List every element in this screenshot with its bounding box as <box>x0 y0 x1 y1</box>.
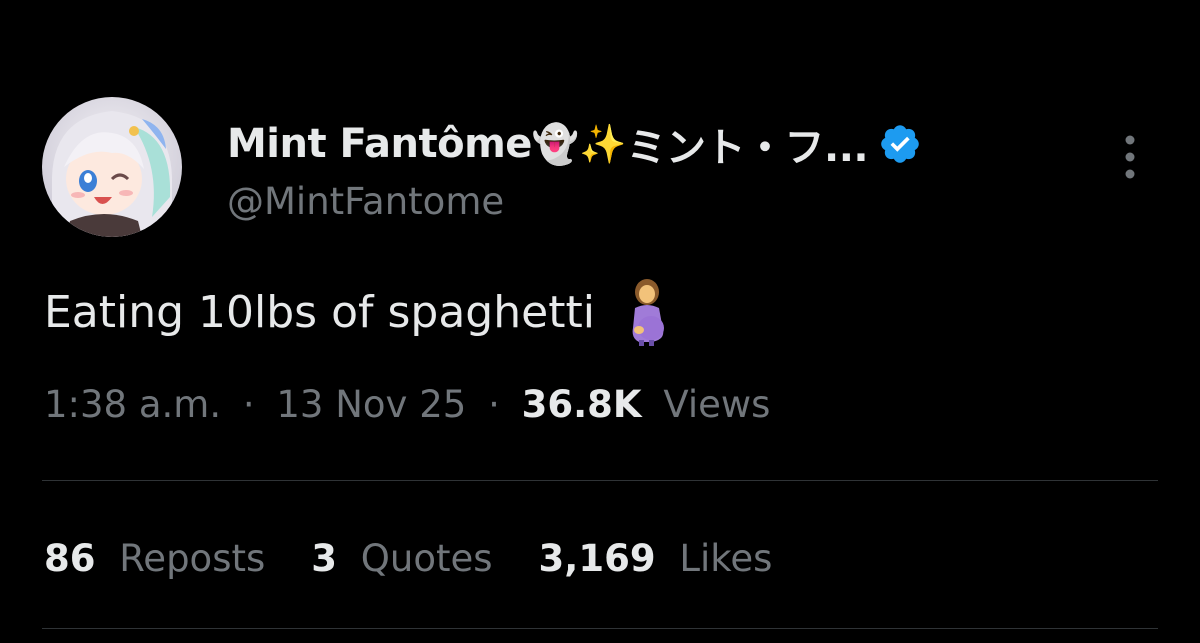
tweet-time[interactable]: 1:38 a.m. <box>44 383 221 426</box>
meta-separator-2: · <box>488 383 500 426</box>
author-display-name[interactable]: Mint Fantôme <box>227 121 532 167</box>
tweet-text-content: Eating 10lbs of spaghetti <box>44 286 595 338</box>
tweet-text: Eating 10lbs of spaghetti <box>44 278 673 346</box>
quotes-count: 3 <box>311 537 338 580</box>
views-label: Views <box>663 383 771 426</box>
tweet-date[interactable]: 13 Nov 25 <box>276 383 466 426</box>
reposts-label: Reposts <box>119 537 266 580</box>
more-vertical-icon[interactable] <box>1112 132 1148 182</box>
views-count: 36.8K <box>521 383 642 426</box>
author-name-suffix[interactable]: ミント・フ... <box>627 115 869 173</box>
quotes-label: Quotes <box>360 537 493 580</box>
avatar-image <box>42 97 182 237</box>
author-handle[interactable]: @MintFantome <box>227 180 504 223</box>
verified-badge-icon[interactable] <box>878 122 922 166</box>
reposts-stat[interactable]: 86 Reposts <box>44 537 265 580</box>
divider-bottom <box>42 628 1158 629</box>
pregnant-woman-emoji-icon <box>621 278 673 346</box>
likes-stat[interactable]: 3,169 Likes <box>539 537 773 580</box>
author-name-row[interactable]: Mint Fantôme 👻✨ ミント・フ... <box>227 115 922 173</box>
likes-label: Likes <box>679 537 773 580</box>
engagement-stats: 86 Reposts 3 Quotes 3,169 Likes <box>44 537 772 580</box>
quotes-stat[interactable]: 3 Quotes <box>311 537 492 580</box>
tweet-meta: 1:38 a.m. · 13 Nov 25 · 36.8K Views <box>44 383 770 426</box>
reposts-count: 86 <box>44 537 96 580</box>
name-emojis: 👻✨ <box>531 122 627 166</box>
avatar[interactable] <box>42 97 182 237</box>
divider <box>42 480 1158 481</box>
meta-separator: · <box>242 383 255 426</box>
likes-count: 3,169 <box>538 537 656 580</box>
